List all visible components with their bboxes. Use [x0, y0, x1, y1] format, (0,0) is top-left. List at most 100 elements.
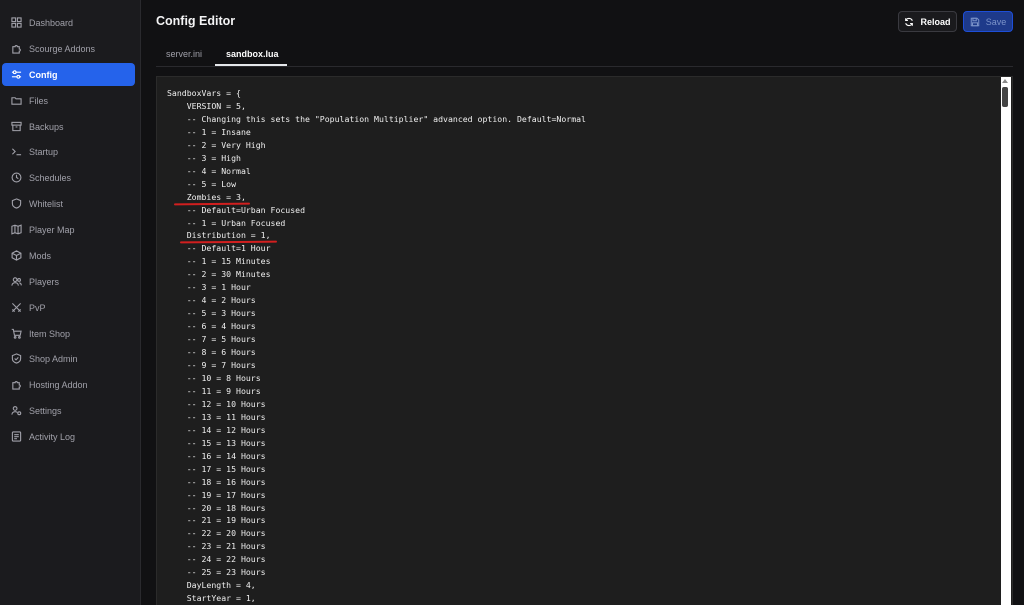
dashboard-icon: [10, 17, 22, 29]
code-line: -- Default=1 Hour: [167, 243, 271, 254]
save-label: Save: [985, 16, 1007, 27]
code-line: -- 4 = 2 Hours: [167, 295, 256, 306]
code-line: VERSION = 5,: [167, 100, 246, 111]
sidebar-item-label: Schedules: [29, 172, 72, 183]
code-line: -- 12 = 10 Hours: [167, 398, 266, 409]
code-line: -- 17 = 15 Hours: [167, 463, 266, 474]
sidebar-item-startup[interactable]: Startup: [2, 140, 135, 163]
sidebar-item-label: Settings: [29, 405, 62, 416]
sidebar-item-label: Item Shop: [29, 328, 71, 339]
code-line: -- 14 = 12 Hours: [167, 424, 266, 435]
code-line: -- 16 = 14 Hours: [167, 450, 266, 461]
code-line: -- 5 = Low: [167, 178, 237, 189]
sidebar-item-label: Whitelist: [29, 198, 64, 209]
code-line: -- 19 = 17 Hours: [167, 489, 266, 500]
code-line: -- 5 = 3 Hours: [167, 308, 256, 319]
code-line: -- 6 = 4 Hours: [167, 321, 256, 332]
shield-check-icon: [10, 353, 22, 365]
sidebar-item-hosting-addon[interactable]: Hosting Addon: [2, 373, 135, 396]
scrollbar-thumb[interactable]: [1002, 87, 1008, 107]
archive-icon: [10, 121, 22, 133]
code-line: -- 25 = 23 Hours: [167, 567, 266, 578]
sidebar-item-mods[interactable]: Mods: [2, 244, 135, 267]
code-line: StartYear = 1,: [167, 593, 256, 604]
sidebar-item-dashboard[interactable]: Dashboard: [2, 11, 135, 34]
sidebar-item-label: PvP: [29, 302, 46, 313]
code-line: Zombies = 3,: [167, 191, 246, 202]
map-icon: [10, 224, 22, 236]
terminal-icon: [10, 146, 22, 158]
sidebar-item-pvp[interactable]: PvP: [2, 296, 135, 319]
sidebar-item-scourge-addons[interactable]: Scourge Addons: [2, 37, 135, 60]
box-icon: [10, 250, 22, 262]
save-button[interactable]: Save: [963, 11, 1013, 32]
sidebar-item-label: Config: [29, 69, 58, 80]
sidebar-item-label: Activity Log: [29, 431, 76, 442]
code-line: -- 1 = Insane: [167, 126, 251, 137]
sidebar-item-label: Files: [29, 95, 49, 106]
tab-sandbox-lua[interactable]: sandbox.lua: [226, 44, 279, 64]
sidebar-item-activity-log[interactable]: Activity Log: [2, 425, 135, 448]
swords-icon: [10, 302, 22, 314]
log-icon: [10, 431, 22, 443]
code-line: -- 23 = 21 Hours: [167, 541, 266, 552]
code-line: -- 3 = High: [167, 152, 241, 163]
code-line: -- 10 = 8 Hours: [167, 372, 261, 383]
sidebar-item-files[interactable]: Files: [2, 89, 135, 112]
sidebar-item-item-shop[interactable]: Item Shop: [2, 322, 135, 345]
code-editor[interactable]: SandboxVars = { VERSION = 5, -- Changing…: [156, 76, 1013, 605]
code-line: -- Changing this sets the "Population Mu…: [167, 113, 586, 124]
tab-server-ini[interactable]: server.ini: [166, 44, 202, 64]
code-line: -- 1 = Urban Focused: [167, 217, 286, 228]
save-icon: [970, 17, 979, 26]
sidebar-item-config[interactable]: Config: [2, 63, 135, 86]
sidebar-item-backups[interactable]: Backups: [2, 115, 135, 138]
folder-icon: [10, 95, 22, 107]
cart-icon: [10, 328, 22, 340]
code-line: Distribution = 1,: [167, 230, 271, 241]
sidebar-item-label: Startup: [29, 146, 59, 157]
code-line: -- 2 = 30 Minutes: [167, 269, 271, 280]
code-line: -- 13 = 11 Hours: [167, 411, 266, 422]
sidebar-item-label: Scourge Addons: [29, 43, 96, 54]
sidebar-item-players[interactable]: Players: [2, 270, 135, 293]
sidebar-item-shop-admin[interactable]: Shop Admin: [2, 347, 135, 370]
puzzle-icon: [10, 43, 22, 55]
code-line: -- Default=Urban Focused: [167, 204, 306, 215]
sidebar-item-label: Backups: [29, 121, 64, 132]
clock-icon: [10, 172, 22, 184]
sliders-icon: [10, 69, 22, 81]
tabs-divider: [156, 66, 1013, 67]
code-line: -- 7 = 5 Hours: [167, 334, 256, 345]
sidebar-item-label: Hosting Addon: [29, 379, 88, 390]
code-line: SandboxVars = {: [167, 88, 241, 98]
code-content[interactable]: SandboxVars = { VERSION = 5, -- Changing…: [167, 87, 586, 605]
sidebar-item-label: Player Map: [29, 224, 75, 235]
sidebar-item-label: Shop Admin: [29, 353, 78, 364]
sidebar: Dashboard Scourge Addons Config Files Ba…: [0, 0, 141, 605]
code-line: -- 20 = 18 Hours: [167, 502, 266, 513]
reload-button[interactable]: Reload: [898, 11, 957, 32]
sidebar-item-label: Mods: [29, 250, 52, 261]
sidebar-item-schedules[interactable]: Schedules: [2, 166, 135, 189]
code-line: -- 11 = 9 Hours: [167, 385, 261, 396]
code-line: -- 18 = 16 Hours: [167, 476, 266, 487]
code-line: -- 1 = 15 Minutes: [167, 256, 271, 267]
scroll-up-arrow-icon[interactable]: [1002, 79, 1008, 83]
code-line: -- 22 = 20 Hours: [167, 528, 266, 539]
code-line: -- 15 = 13 Hours: [167, 437, 266, 448]
sidebar-item-label: Dashboard: [29, 17, 74, 28]
puzzle-icon: [10, 379, 22, 391]
sidebar-item-settings[interactable]: Settings: [2, 399, 135, 422]
refresh-icon: [905, 17, 914, 26]
sidebar-item-player-map[interactable]: Player Map: [2, 218, 135, 241]
code-line: -- 3 = 1 Hour: [167, 282, 251, 293]
code-line: DayLength = 4,: [167, 580, 256, 591]
users-icon: [10, 276, 22, 288]
user-cog-icon: [10, 405, 22, 417]
editor-scrollbar[interactable]: [1001, 77, 1011, 605]
shield-icon: [10, 198, 22, 210]
sidebar-item-label: Players: [29, 276, 60, 287]
sidebar-item-whitelist[interactable]: Whitelist: [2, 192, 135, 215]
code-line: -- 9 = 7 Hours: [167, 360, 256, 371]
